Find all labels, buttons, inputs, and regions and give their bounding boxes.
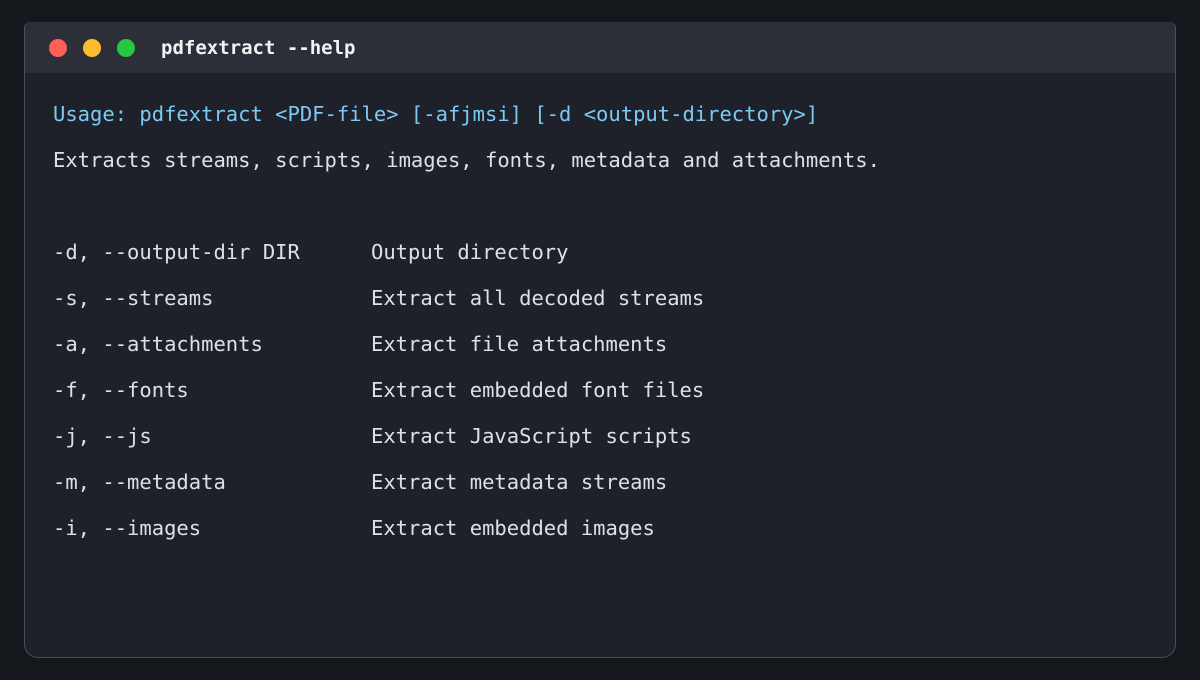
option-row: -a, --attachments Extract file attachmen…: [53, 329, 1147, 375]
minimize-window-button[interactable]: [83, 39, 101, 57]
title-bar: pdfextract --help: [25, 22, 1175, 73]
option-description: Extract file attachments: [371, 332, 668, 356]
option-flag: -f, --fonts: [53, 378, 189, 402]
option-flag: -s, --streams: [53, 286, 214, 310]
option-description: Extract embedded images: [371, 516, 655, 540]
option-row: -f, --fonts Extract embedded font files: [53, 375, 1147, 421]
description-line: Extracts streams, scripts, images, fonts…: [53, 148, 880, 172]
option-flag: -d, --output-dir DIR: [53, 240, 300, 264]
option-description: Extract embedded font files: [371, 378, 705, 402]
maximize-window-button[interactable]: [117, 39, 135, 57]
option-row: -i, --images Extract embedded images: [53, 513, 1147, 559]
option-row: -d, --output-dir DIR Output directory: [53, 237, 1147, 283]
terminal-window: pdfextract --help Usage: pdfextract <PDF…: [24, 22, 1176, 658]
close-window-button[interactable]: [49, 39, 67, 57]
option-flag: -i, --images: [53, 516, 202, 540]
window-title: pdfextract --help: [161, 37, 356, 59]
option-row: -m, --metadata Extract metadata streams: [53, 467, 1147, 513]
usage-line: Usage: pdfextract <PDF-file> [-afjmsi] […: [53, 102, 819, 126]
option-flag: -m, --metadata: [53, 470, 226, 494]
option-flag: -a, --attachments: [53, 332, 263, 356]
option-description: Extract metadata streams: [371, 470, 668, 494]
terminal-output: Usage: pdfextract <PDF-file> [-afjmsi] […: [53, 99, 1147, 559]
option-row: -s, --streams Extract all decoded stream…: [53, 283, 1147, 329]
option-description: Extract all decoded streams: [371, 286, 705, 310]
option-row: -j, --js Extract JavaScript scripts: [53, 421, 1147, 467]
option-flag: -j, --js: [53, 424, 152, 448]
option-description: Extract JavaScript scripts: [371, 424, 692, 448]
option-description: Output directory: [371, 240, 569, 264]
